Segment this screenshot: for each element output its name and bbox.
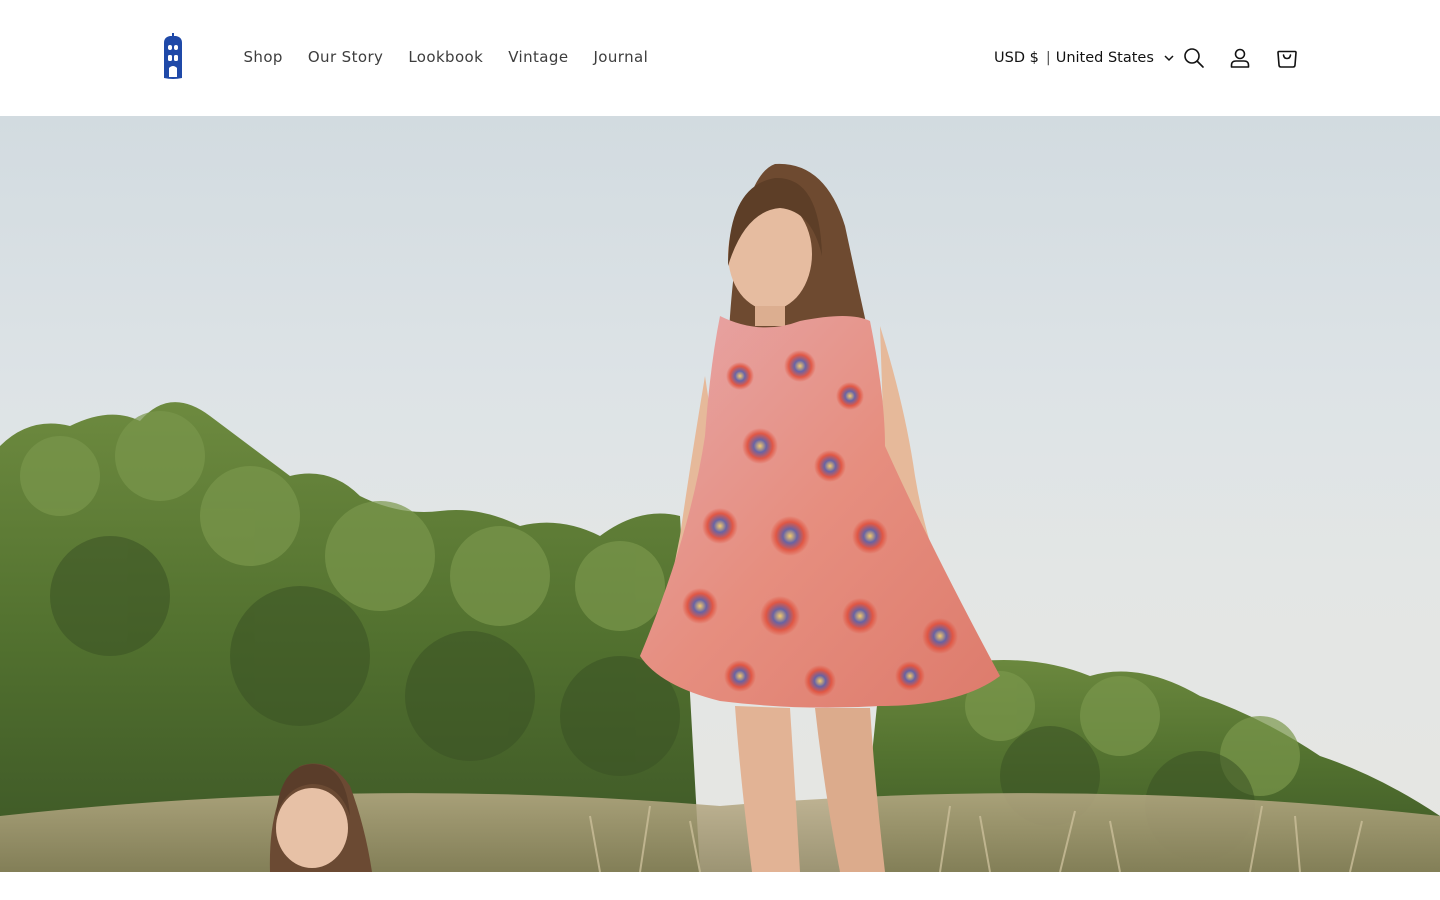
account-button[interactable] <box>1222 40 1258 76</box>
hero-banner <box>0 116 1440 872</box>
hero-photo <box>0 163 1440 872</box>
search-button[interactable] <box>1176 40 1212 76</box>
country-label: United States <box>1055 50 1154 66</box>
currency-label: USD $ <box>994 50 1039 66</box>
chevron-down-icon <box>1164 55 1174 62</box>
account-icon <box>1230 48 1250 68</box>
nav-our-story[interactable]: Our Story <box>295 44 395 70</box>
locale-separator: | <box>1045 50 1051 66</box>
logo[interactable] <box>156 33 190 81</box>
building-logo-icon <box>164 33 182 79</box>
main-nav: Shop Our Story Lookbook Vintage Journal <box>231 44 661 70</box>
nav-journal[interactable]: Journal <box>581 44 661 70</box>
cart-icon <box>1277 50 1297 68</box>
site-header: Shop Our Story Lookbook Vintage Journal … <box>0 0 1440 116</box>
nav-shop[interactable]: Shop <box>231 44 295 70</box>
search-icon <box>1184 48 1204 68</box>
country-currency-selector[interactable]: USD $ | United States <box>994 45 1175 71</box>
page-below-hero <box>0 872 1440 900</box>
nav-vintage[interactable]: Vintage <box>496 44 581 70</box>
cart-button[interactable] <box>1269 40 1305 76</box>
nav-lookbook[interactable]: Lookbook <box>396 44 496 70</box>
